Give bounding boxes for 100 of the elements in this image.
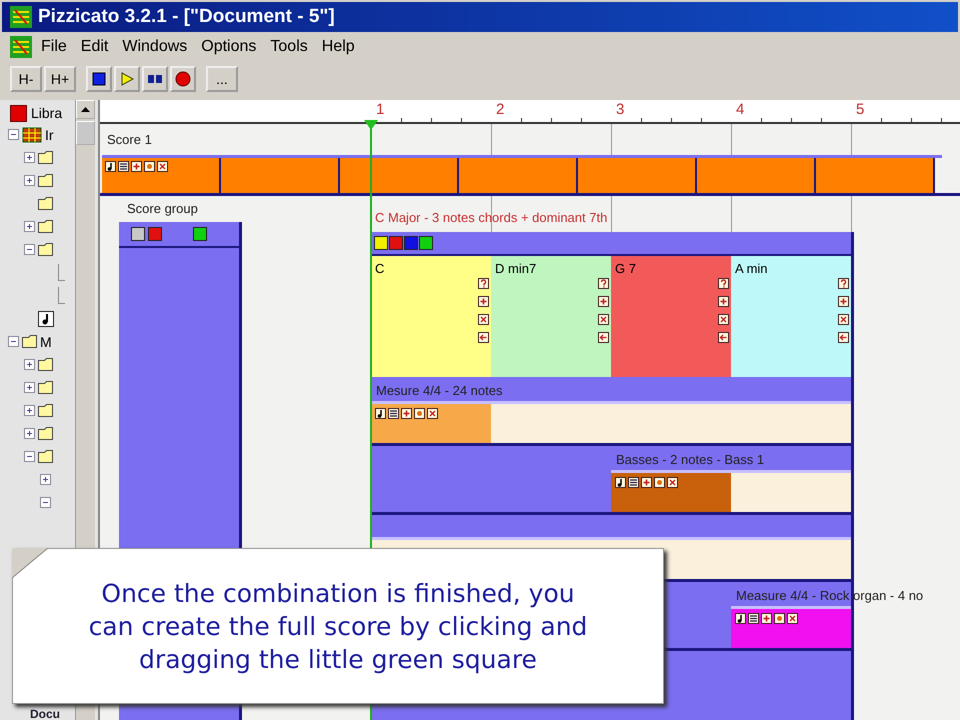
expand-icon[interactable] <box>24 359 35 370</box>
expand-icon[interactable] <box>24 428 35 439</box>
record-button[interactable] <box>170 66 196 92</box>
help-icon[interactable] <box>598 278 609 289</box>
chord-cell[interactable]: A min <box>731 256 851 377</box>
close-icon[interactable] <box>787 613 798 624</box>
app-menu-icon[interactable] <box>10 36 32 58</box>
collapse-icon[interactable] <box>24 451 35 462</box>
pause-button[interactable] <box>142 66 168 92</box>
dot-icon[interactable] <box>414 408 425 419</box>
plus-icon[interactable] <box>401 408 412 419</box>
tree-label[interactable]: Ir <box>45 126 54 142</box>
chord-name: C <box>375 261 384 276</box>
dot-icon[interactable] <box>654 477 665 488</box>
folder-icon <box>38 243 53 256</box>
mixer-icon[interactable] <box>388 408 399 419</box>
score-segment[interactable] <box>221 158 340 194</box>
expand-icon[interactable] <box>24 405 35 416</box>
color-square[interactable] <box>374 236 388 250</box>
color-square[interactable] <box>404 236 418 250</box>
menu-item[interactable]: Help <box>316 36 360 58</box>
color-square[interactable] <box>148 227 162 241</box>
note-icon[interactable] <box>735 613 746 624</box>
expand-icon[interactable] <box>40 474 51 485</box>
help-icon[interactable] <box>718 278 729 289</box>
close-icon[interactable] <box>598 314 609 325</box>
track-clip[interactable] <box>731 606 851 648</box>
menu-item[interactable]: File <box>36 36 72 58</box>
plus-icon[interactable] <box>718 296 729 307</box>
expand-icon[interactable] <box>24 175 35 186</box>
close-icon[interactable] <box>838 314 849 325</box>
tree-label[interactable]: Docu <box>30 708 60 720</box>
chord-cell[interactable]: G 7 <box>611 256 731 377</box>
color-square[interactable] <box>389 236 403 250</box>
note-icon[interactable] <box>615 477 626 488</box>
close-icon[interactable] <box>478 314 489 325</box>
play-button[interactable] <box>114 66 140 92</box>
color-square[interactable] <box>193 227 207 241</box>
pause-icon <box>147 74 163 84</box>
tree-label[interactable]: M <box>40 334 52 350</box>
menu-item[interactable]: Windows <box>117 36 192 58</box>
toolbar-button[interactable]: H+ <box>44 66 76 92</box>
menu-item[interactable]: Options <box>196 36 262 58</box>
help-icon[interactable] <box>838 278 849 289</box>
mixer-icon[interactable] <box>748 613 759 624</box>
folder-icon <box>38 381 53 394</box>
dot-icon[interactable] <box>774 613 785 624</box>
close-icon[interactable] <box>427 408 438 419</box>
scroll-thumb[interactable] <box>76 121 95 145</box>
callout-text: dragging the little green square <box>139 644 537 674</box>
collapse-icon[interactable] <box>8 129 19 140</box>
mixer-icon[interactable] <box>118 161 129 172</box>
menu-item[interactable]: Tools <box>265 36 313 58</box>
note-icon[interactable] <box>375 408 386 419</box>
panel-title: Libra <box>31 105 62 121</box>
collapse-icon[interactable] <box>24 244 35 255</box>
toolbar-button[interactable]: ... <box>206 66 238 92</box>
plus-icon[interactable] <box>131 161 142 172</box>
score-segment[interactable] <box>578 158 697 194</box>
stop-icon <box>92 72 106 86</box>
close-icon[interactable] <box>157 161 168 172</box>
toolbar-button[interactable]: H- <box>10 66 42 92</box>
close-icon[interactable] <box>667 477 678 488</box>
scroll-up-icon[interactable] <box>76 100 95 119</box>
score-segment[interactable] <box>697 158 816 194</box>
dot-icon[interactable] <box>144 161 155 172</box>
back-icon[interactable] <box>838 332 849 343</box>
app-icon <box>10 6 32 28</box>
play-icon <box>120 72 134 86</box>
chord-title: C Major - 3 notes chords + dominant 7th <box>375 210 608 225</box>
score-segment[interactable] <box>340 158 459 194</box>
help-icon[interactable] <box>478 278 489 289</box>
score-segment[interactable] <box>102 158 221 194</box>
collapse-icon[interactable] <box>8 336 19 347</box>
color-square[interactable] <box>419 236 433 250</box>
chord-cell[interactable]: D min7 <box>491 256 611 377</box>
plus-icon[interactable] <box>761 613 772 624</box>
plus-icon[interactable] <box>478 296 489 307</box>
plus-icon[interactable] <box>838 296 849 307</box>
score-segment[interactable] <box>459 158 578 194</box>
library-icon <box>10 104 27 122</box>
note-icon[interactable] <box>105 161 116 172</box>
expand-icon[interactable] <box>24 152 35 163</box>
menu-item[interactable]: Edit <box>76 36 114 58</box>
collapse-icon[interactable] <box>40 497 51 508</box>
folder-icon <box>38 427 53 440</box>
back-icon[interactable] <box>718 332 729 343</box>
score-segment[interactable] <box>816 158 935 194</box>
back-icon[interactable] <box>598 332 609 343</box>
mixer-icon[interactable] <box>628 477 639 488</box>
chord-cell[interactable]: C <box>371 256 491 377</box>
stop-button[interactable] <box>86 66 112 92</box>
plus-icon[interactable] <box>641 477 652 488</box>
plus-icon[interactable] <box>598 296 609 307</box>
expand-icon[interactable] <box>24 382 35 393</box>
back-icon[interactable] <box>478 332 489 343</box>
expand-icon[interactable] <box>24 221 35 232</box>
grid-icon <box>22 126 42 142</box>
color-square[interactable] <box>131 227 145 241</box>
close-icon[interactable] <box>718 314 729 325</box>
